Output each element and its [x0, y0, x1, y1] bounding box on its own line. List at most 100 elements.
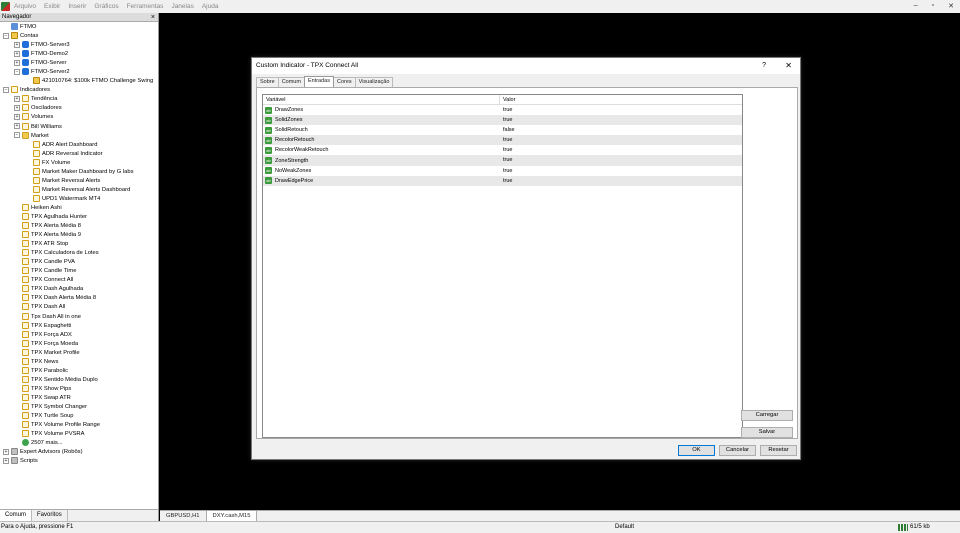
- chart-tab-dxy[interactable]: DXY.cash,M15: [206, 511, 258, 521]
- input-row[interactable]: ab SolidZones true: [263, 115, 742, 126]
- tree-item[interactable]: Market Reversal Alerts Dashboard: [0, 185, 158, 195]
- navigator-close-icon[interactable]: ×: [151, 13, 155, 22]
- tree-item[interactable]: UPD1 Watermark MT4: [0, 194, 158, 204]
- help-icon[interactable]: ?: [762, 58, 766, 73]
- tree-item[interactable]: TPX ATR Stop: [0, 240, 158, 249]
- input-value-cell[interactable]: true: [500, 135, 512, 145]
- expand-icon[interactable]: +: [14, 59, 20, 66]
- input-row[interactable]: ab ZoneStrength true: [263, 155, 742, 166]
- tree-item[interactable]: − FTMO-Server2: [0, 68, 158, 77]
- input-value-cell[interactable]: true: [500, 115, 512, 125]
- minimize-icon[interactable]: –: [914, 2, 918, 10]
- collapse-icon[interactable]: −: [14, 132, 20, 139]
- expand-icon[interactable]: +: [3, 457, 9, 464]
- expand-icon[interactable]: +: [14, 123, 20, 130]
- tab-visualizacao[interactable]: Visualização: [354, 77, 394, 87]
- tree-item[interactable]: TPX Market Profile: [0, 348, 158, 358]
- tree-item[interactable]: TPX Dash All: [0, 303, 158, 312]
- tree-item[interactable]: + Osciladores: [0, 104, 158, 113]
- expand-icon[interactable]: +: [14, 41, 20, 48]
- tab-entradas[interactable]: Entradas: [303, 76, 334, 87]
- tree-item[interactable]: ADR Alert Dashboard: [0, 140, 158, 150]
- tree-item[interactable]: + FTMO-Server3: [0, 41, 158, 50]
- menu-janelas[interactable]: Janelas: [167, 3, 197, 10]
- tab-cores[interactable]: Cores: [332, 77, 356, 87]
- tree-item[interactable]: TPX Espaghetti: [0, 321, 158, 331]
- input-value-cell[interactable]: false: [500, 125, 515, 135]
- input-value-cell[interactable]: true: [500, 155, 512, 165]
- expand-icon[interactable]: +: [3, 448, 9, 455]
- tree-item[interactable]: + FTMO-Server: [0, 59, 158, 68]
- tree-item[interactable]: TPX Symbol Changer: [0, 402, 158, 412]
- tree-item[interactable]: + Volumes: [0, 113, 158, 122]
- tree-item[interactable]: TPX Turtle Soup: [0, 412, 158, 421]
- tree-item[interactable]: TPX Swap ATR: [0, 393, 158, 403]
- tree-item[interactable]: FX Volume: [0, 158, 158, 168]
- tree-item[interactable]: TPX News: [0, 357, 158, 367]
- tab-comum[interactable]: Comum: [277, 77, 305, 87]
- collapse-icon[interactable]: −: [3, 32, 9, 39]
- tree-item[interactable]: TPX Alerta Média 8: [0, 222, 158, 231]
- tree-item[interactable]: TPX Força Moeda: [0, 339, 158, 349]
- tree-item[interactable]: Tpx Dash All in one: [0, 312, 158, 322]
- tab-sobre[interactable]: Sobre: [256, 77, 279, 87]
- menu-exibir[interactable]: Exibir: [40, 3, 64, 10]
- tree-item[interactable]: TPX Agulhada Hunter: [0, 212, 158, 222]
- close-window-icon[interactable]: ✕: [948, 2, 954, 10]
- tree-item[interactable]: TPX Dash Agulhada: [0, 285, 158, 294]
- tree-item[interactable]: + Tendência: [0, 95, 158, 104]
- tree-item[interactable]: + FTMO-Demo2: [0, 50, 158, 59]
- tree-item[interactable]: + Expert Advisors (Robôs): [0, 448, 158, 457]
- tree-item[interactable]: Heiken Ashi: [0, 203, 158, 213]
- tree-item[interactable]: TPX Candle PVA: [0, 258, 158, 267]
- cancel-button[interactable]: Cancelar: [719, 445, 756, 456]
- menu-graficos[interactable]: Gráficos: [90, 3, 122, 10]
- tree-item[interactable]: TPX Parabolic: [0, 366, 158, 376]
- input-row[interactable]: ab RecolorWeakRetouch true: [263, 145, 742, 155]
- expand-icon[interactable]: +: [14, 95, 20, 102]
- col-value-header[interactable]: Valor: [500, 95, 515, 104]
- tree-item[interactable]: + Bill Williams: [0, 122, 158, 132]
- col-variable-header[interactable]: Variável: [263, 95, 500, 104]
- tree-item[interactable]: TPX Calculadora de Lotes: [0, 249, 158, 258]
- tree-item[interactable]: − Market: [0, 131, 158, 141]
- tab-comum[interactable]: Comum: [0, 510, 33, 521]
- input-value-cell[interactable]: true: [500, 176, 512, 186]
- expand-icon[interactable]: +: [14, 104, 20, 111]
- tree-item[interactable]: TPX Volume Profile Range: [0, 421, 158, 430]
- tree-item[interactable]: Market Maker Dashboard by G labs: [0, 167, 158, 177]
- expand-icon[interactable]: +: [14, 50, 20, 57]
- input-row[interactable]: ab NoWeakZones true: [263, 166, 742, 176]
- ok-button[interactable]: OK: [678, 445, 715, 456]
- tree-item[interactable]: ADR Reversal Indicator: [0, 149, 158, 159]
- save-button[interactable]: Salvar: [741, 427, 793, 438]
- reset-button[interactable]: Resetar: [760, 445, 797, 456]
- input-value-cell[interactable]: true: [500, 145, 512, 155]
- input-row[interactable]: ab SolidRetouch false: [263, 125, 742, 135]
- menu-ajuda[interactable]: Ajuda: [198, 3, 223, 10]
- tree-item[interactable]: TPX Dash Alerta Média 8: [0, 294, 158, 303]
- tree-item[interactable]: TPX Força ADX: [0, 330, 158, 340]
- tree-item[interactable]: TPX Volume PVSRA: [0, 430, 158, 439]
- chart-tab-gbpusd[interactable]: GBPUSD,H1: [160, 511, 207, 521]
- tree-item[interactable]: FTMO: [0, 23, 158, 32]
- tree-item[interactable]: TPX Show Pips: [0, 384, 158, 394]
- load-button[interactable]: Carregar: [741, 410, 793, 421]
- dialog-close-icon[interactable]: ✕: [785, 58, 792, 73]
- tree-item[interactable]: TPX Sentido Média Duplo: [0, 375, 158, 385]
- tree-item[interactable]: TPX Candle Time: [0, 267, 158, 276]
- input-row[interactable]: ab RecolorRetouch true: [263, 135, 742, 146]
- collapse-icon[interactable]: −: [3, 86, 9, 93]
- tab-favoritos[interactable]: Favoritos: [32, 510, 68, 521]
- menu-arquivo[interactable]: Arquivo: [10, 3, 40, 10]
- tree-item[interactable]: TPX Connect All: [0, 276, 158, 285]
- tree-item[interactable]: Market Reversal Alerts: [0, 176, 158, 186]
- input-row[interactable]: ab DrawEdgePrice true: [263, 175, 742, 186]
- tree-item[interactable]: 2507 mais...: [0, 439, 158, 448]
- tree-item[interactable]: TPX Alerta Média 9: [0, 231, 158, 240]
- tree-item[interactable]: − Indicadores: [0, 86, 158, 95]
- input-value-cell[interactable]: true: [500, 105, 512, 115]
- collapse-icon[interactable]: −: [14, 68, 20, 75]
- tree-item[interactable]: 421010764: $100k FTMO Challenge Swing: [0, 77, 158, 86]
- input-value-cell[interactable]: true: [500, 166, 512, 176]
